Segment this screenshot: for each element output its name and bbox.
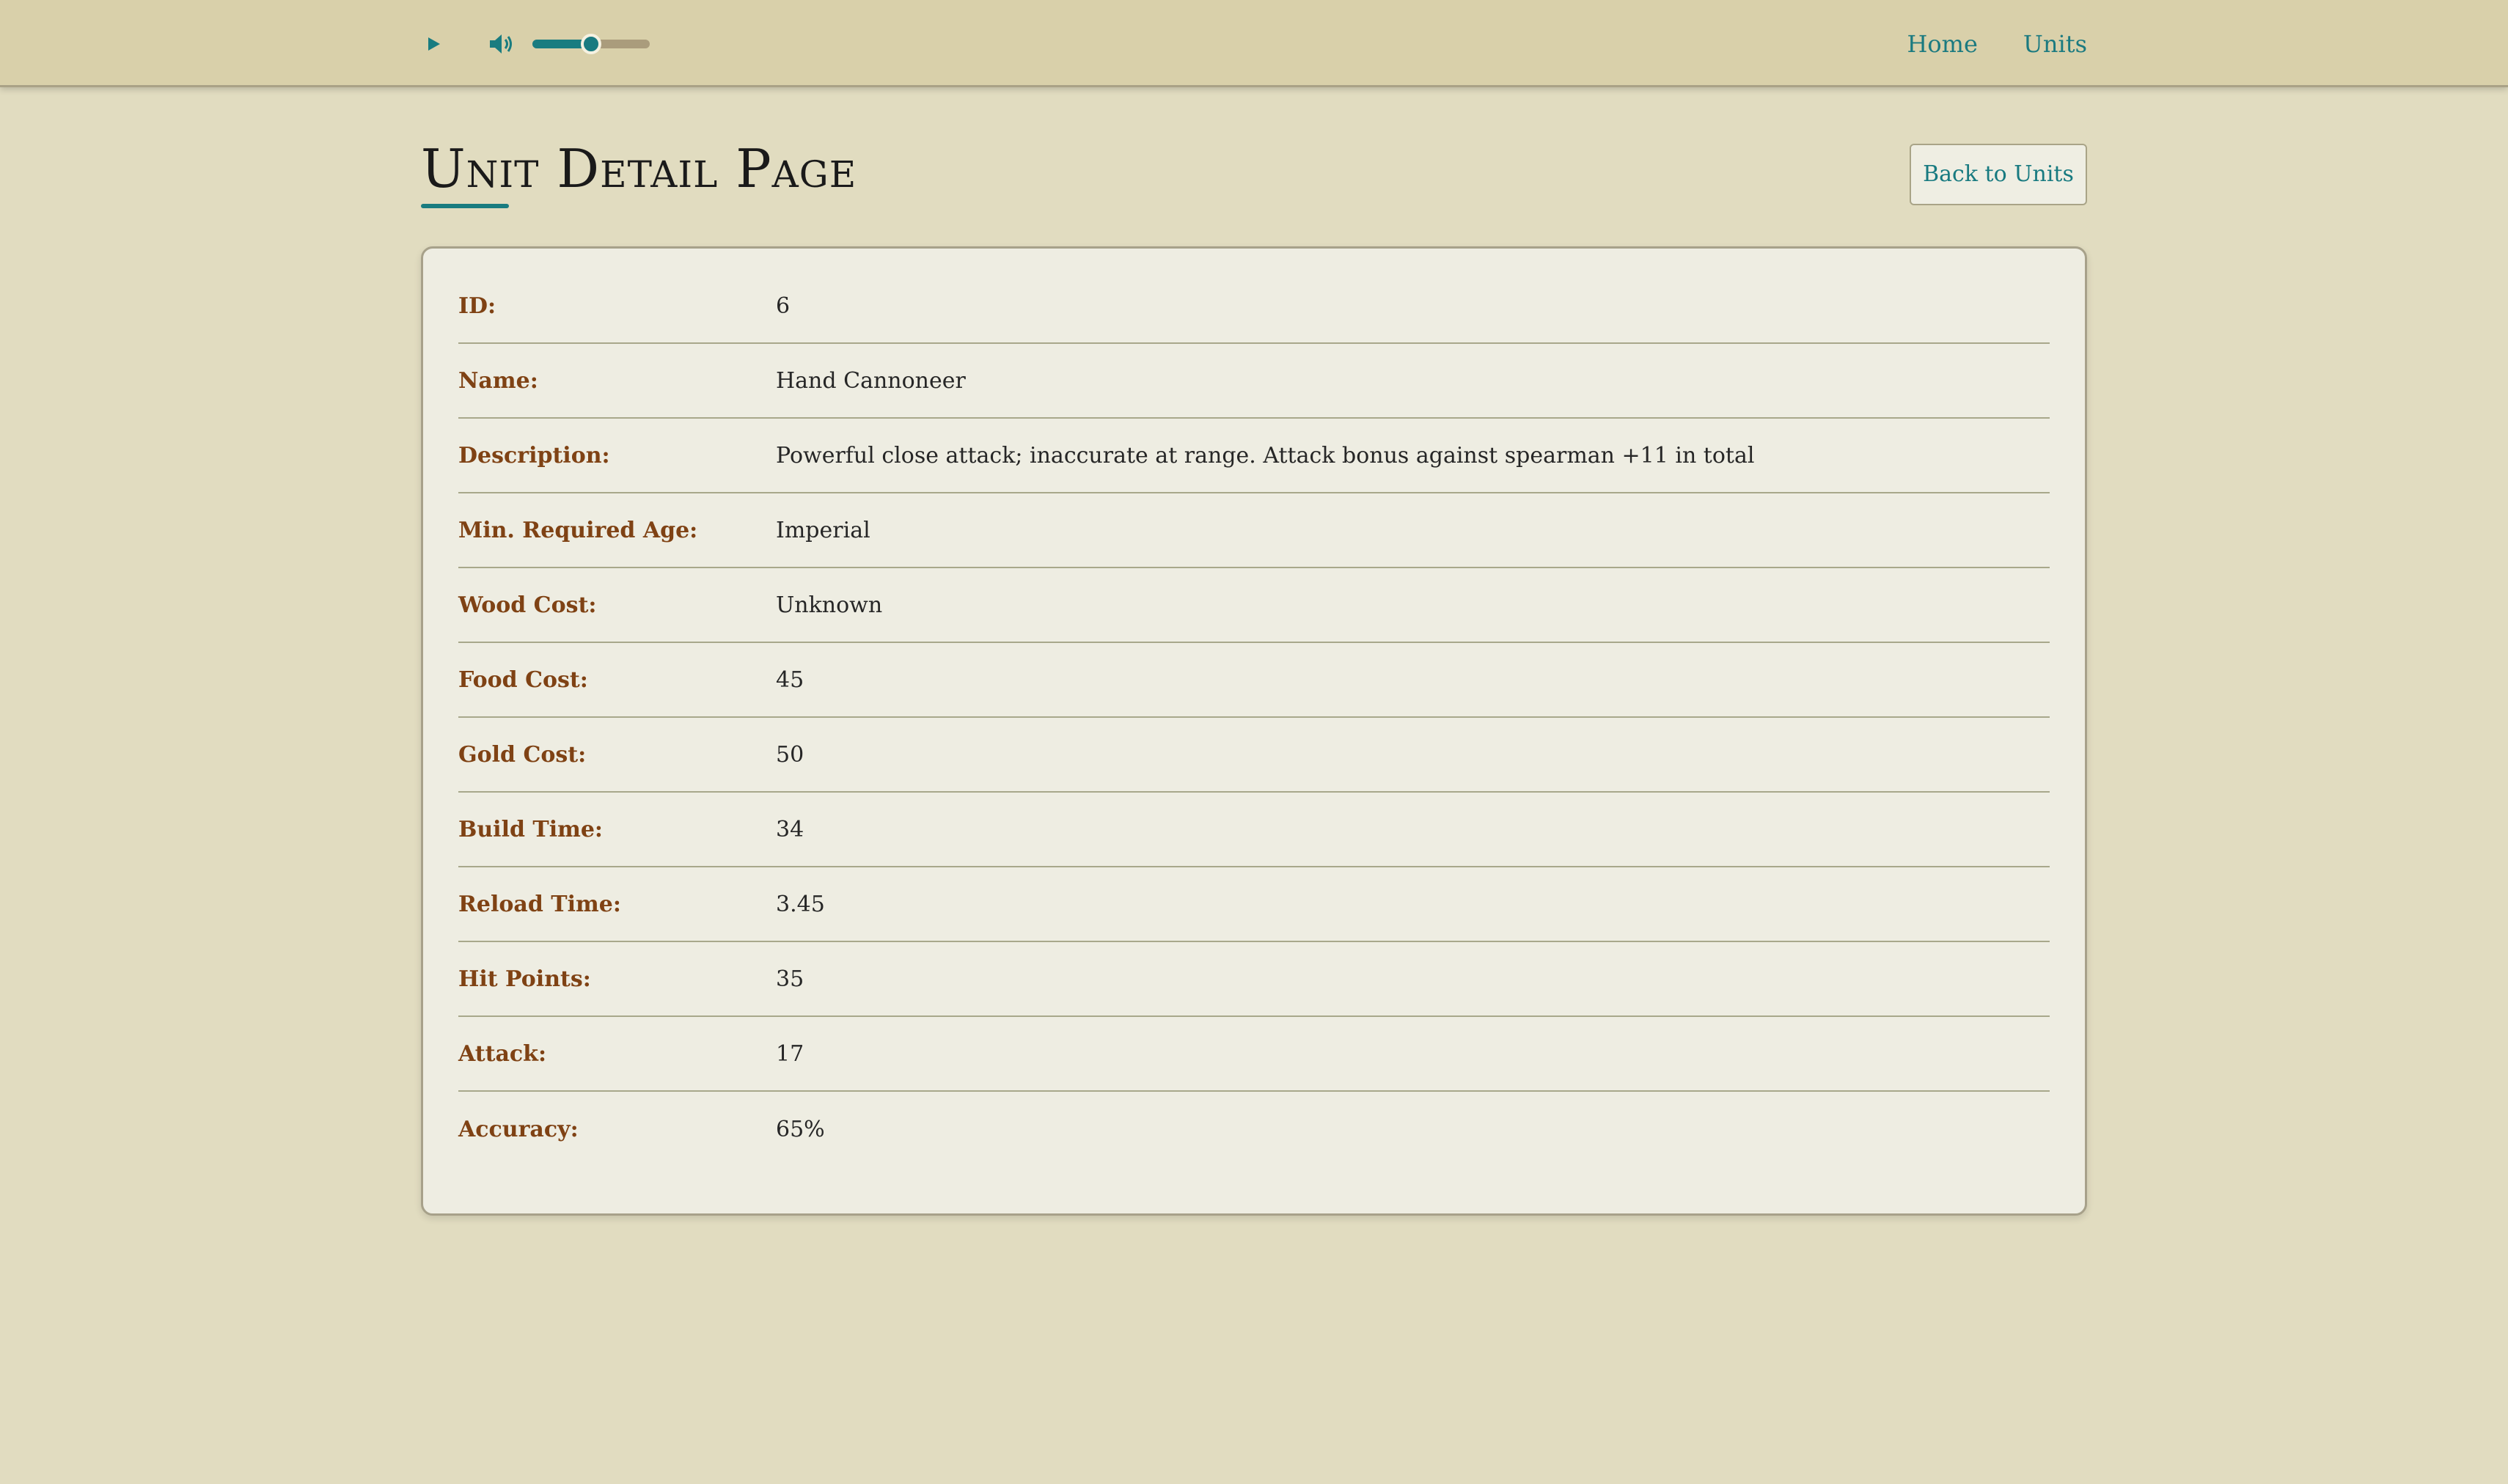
detail-value: 3.45 [776, 891, 825, 917]
play-button[interactable] [421, 28, 447, 60]
detail-label: Wood Cost: [458, 592, 597, 618]
detail-value: 6 [776, 293, 791, 319]
play-icon [428, 37, 440, 51]
detail-row-name: Name: Hand Cannoneer [458, 344, 2050, 419]
unit-detail-card: ID: 6 Name: Hand Cannoneer Description: … [421, 246, 2087, 1216]
detail-value: 45 [776, 666, 804, 693]
detail-row-description: Description: Powerful close attack; inac… [458, 419, 2050, 493]
volume-slider-handle[interactable] [581, 34, 601, 54]
detail-row-min-age: Min. Required Age: Imperial [458, 493, 2050, 568]
detail-label: Food Cost: [458, 666, 588, 693]
detail-value: 34 [776, 816, 804, 842]
detail-value: 50 [776, 741, 804, 768]
detail-label: Description: [458, 442, 610, 469]
detail-value: Imperial [776, 517, 870, 543]
volume-icon [490, 34, 512, 54]
detail-value: 65% [776, 1116, 825, 1142]
detail-value: Powerful close attack; inaccurate at ran… [776, 442, 1755, 469]
detail-row-accuracy: Accuracy: 65% [458, 1092, 2050, 1167]
detail-row-wood-cost: Wood Cost: Unknown [458, 568, 2050, 643]
detail-value: Hand Cannoneer [776, 367, 966, 394]
detail-label: Name: [458, 367, 538, 394]
audio-player [421, 28, 650, 60]
detail-row-hit-points: Hit Points: 35 [458, 942, 2050, 1017]
title-underline [421, 204, 509, 208]
detail-row-reload-time: Reload Time: 3.45 [458, 867, 2050, 942]
detail-label: Build Time: [458, 816, 604, 842]
back-to-units-button[interactable]: Back to Units [1910, 144, 2087, 205]
detail-label: Hit Points: [458, 966, 591, 992]
detail-value: 35 [776, 966, 804, 992]
detail-row-id: ID: 6 [458, 269, 2050, 344]
page-header: Unit Detail Page Back to Units [421, 139, 2087, 213]
volume-slider[interactable] [532, 34, 650, 54]
nav-link-home[interactable]: Home [1907, 26, 1977, 62]
detail-label: Attack: [458, 1040, 547, 1067]
detail-row-food-cost: Food Cost: 45 [458, 643, 2050, 718]
volume-button[interactable] [487, 28, 516, 60]
detail-label: Reload Time: [458, 891, 621, 917]
detail-value: Unknown [776, 592, 883, 618]
page-title: Unit Detail Page [421, 138, 857, 199]
detail-label: Accuracy: [458, 1116, 579, 1142]
detail-label: Min. Required Age: [458, 517, 698, 543]
detail-row-build-time: Build Time: 34 [458, 793, 2050, 867]
detail-row-attack: Attack: 17 [458, 1017, 2050, 1092]
top-bar: Home Units [0, 0, 2508, 87]
detail-value: 17 [776, 1040, 804, 1067]
detail-label: ID: [458, 293, 496, 319]
detail-row-gold-cost: Gold Cost: 50 [458, 718, 2050, 793]
nav-link-units[interactable]: Units [2023, 26, 2087, 62]
detail-label: Gold Cost: [458, 741, 587, 768]
main-nav: Home Units [1907, 26, 2087, 62]
